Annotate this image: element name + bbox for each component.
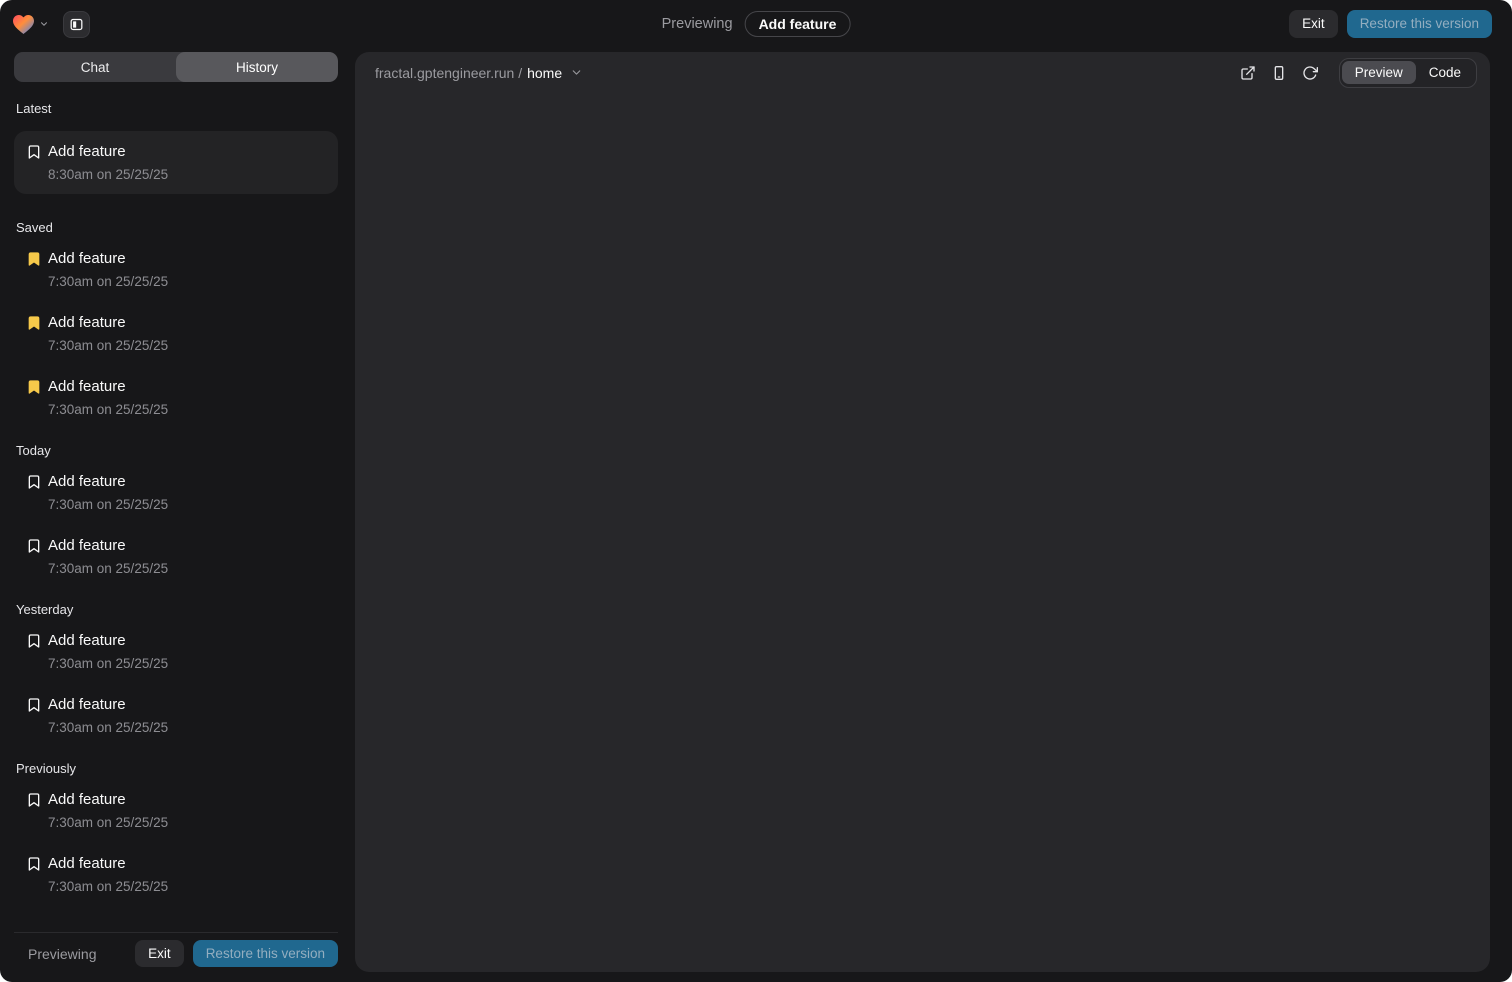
history-item-timestamp: 7:30am on 25/25/25 <box>48 720 168 735</box>
preview-actions: Preview Code <box>1236 58 1477 88</box>
refresh-icon <box>1302 65 1318 81</box>
section-title: Previously <box>16 761 336 776</box>
restore-version-button[interactable]: Restore this version <box>193 940 338 968</box>
bookmark-filled-icon <box>26 251 42 267</box>
history-list: Latest Add feature 8:30am on 25/25/25 Saved… <box>14 82 338 932</box>
history-item[interactable]: Add feature 7:30am on 25/25/25 <box>14 855 338 894</box>
history-item-title: Add feature <box>48 473 168 491</box>
chevron-down-icon <box>39 19 49 29</box>
logo-menu-button[interactable] <box>12 14 49 35</box>
url-page: home <box>527 65 562 81</box>
history-item[interactable]: Add feature 7:30am on 25/25/25 <box>14 473 338 512</box>
url-dropdown-button[interactable]: fractal.gptengineer.run / home <box>375 65 583 81</box>
section-title: Saved <box>16 220 336 235</box>
bookmark-icon <box>26 538 42 554</box>
previewing-status: Previewing Add feature <box>662 0 851 48</box>
preview-header: fractal.gptengineer.run / home <box>355 52 1490 93</box>
url-prefix: fractal.gptengineer.run / <box>375 65 522 81</box>
bookmark-filled-icon <box>26 315 42 331</box>
external-link-icon <box>1240 65 1256 81</box>
version-badge: Add feature <box>745 11 851 37</box>
bookmark-icon <box>26 633 42 649</box>
history-item-timestamp: 7:30am on 25/25/25 <box>48 656 168 671</box>
section-title: Latest <box>16 101 336 116</box>
tab-chat[interactable]: Chat <box>14 52 176 82</box>
exit-button[interactable]: Exit <box>1289 10 1338 38</box>
topbar-actions: Exit Restore this version <box>1289 10 1492 38</box>
history-item[interactable]: Add feature 8:30am on 25/25/25 <box>14 131 338 194</box>
history-item-title: Add feature <box>48 696 168 714</box>
bookmark-filled-icon <box>26 379 42 395</box>
topbar: Previewing Add feature Exit Restore this… <box>0 0 1512 48</box>
history-item[interactable]: Add feature 7:30am on 25/25/25 <box>14 378 338 417</box>
history-item-title: Add feature <box>48 791 168 809</box>
history-sidebar: Chat History Latest Add feature 8:30am on … <box>14 52 338 972</box>
history-item-timestamp: 7:30am on 25/25/25 <box>48 274 168 289</box>
history-item-title: Add feature <box>48 378 168 396</box>
history-item[interactable]: Add feature 7:30am on 25/25/25 <box>14 791 338 830</box>
smartphone-icon <box>1271 65 1287 81</box>
history-item-timestamp: 7:30am on 25/25/25 <box>48 879 168 894</box>
open-in-new-tab-button[interactable] <box>1236 61 1260 85</box>
chevron-down-icon <box>570 66 583 79</box>
history-item-title: Add feature <box>48 537 168 555</box>
exit-button[interactable]: Exit <box>135 940 184 968</box>
history-item-title: Add feature <box>48 632 168 650</box>
history-section: YesterdayAdd feature7:30am on 25/25/25Ad… <box>14 602 338 735</box>
section-title: Yesterday <box>16 602 336 617</box>
preview-content <box>355 93 1490 972</box>
mobile-view-button[interactable] <box>1267 61 1291 85</box>
bookmark-icon <box>26 474 42 490</box>
restore-version-button[interactable]: Restore this version <box>1347 10 1492 38</box>
history-section: SavedAdd feature7:30am on 25/25/25Add fe… <box>14 220 338 417</box>
bookmark-icon <box>26 792 42 808</box>
bookmark-icon <box>26 697 42 713</box>
history-section: PreviouslyAdd feature7:30am on 25/25/25A… <box>14 761 338 894</box>
tab-code[interactable]: Code <box>1416 61 1474 85</box>
bookmark-icon <box>26 144 42 160</box>
history-item[interactable]: Add feature 7:30am on 25/25/25 <box>14 696 338 735</box>
bookmark-icon <box>26 856 42 872</box>
history-item-title: Add feature <box>48 855 168 873</box>
history-item[interactable]: Add feature 7:30am on 25/25/25 <box>14 632 338 671</box>
previewing-label: Previewing <box>662 16 733 32</box>
history-item-title: Add feature <box>48 314 168 332</box>
history-item-timestamp: 8:30am on 25/25/25 <box>48 167 168 182</box>
content-area: Chat History Latest Add feature 8:30am on … <box>0 48 1512 982</box>
history-item-timestamp: 7:30am on 25/25/25 <box>48 338 168 353</box>
sidebar-tab-bar: Chat History <box>14 52 338 82</box>
previewing-label: Previewing <box>14 946 96 962</box>
history-item[interactable]: Add feature 7:30am on 25/25/25 <box>14 537 338 576</box>
history-item[interactable]: Add feature 7:30am on 25/25/25 <box>14 314 338 353</box>
history-item-timestamp: 7:30am on 25/25/25 <box>48 815 168 830</box>
history-item[interactable]: Add feature 7:30am on 25/25/25 <box>14 250 338 289</box>
refresh-button[interactable] <box>1298 61 1322 85</box>
sidebar-footer: Previewing Exit Restore this version <box>14 932 338 972</box>
preview-panel: fractal.gptengineer.run / home <box>355 52 1490 972</box>
history-item-timestamp: 7:30am on 25/25/25 <box>48 497 168 512</box>
app-window: Previewing Add feature Exit Restore this… <box>0 0 1512 982</box>
history-item-title: Add feature <box>48 250 168 268</box>
panel-left-icon <box>69 17 84 32</box>
history-item-timestamp: 7:30am on 25/25/25 <box>48 561 168 576</box>
history-section: TodayAdd feature7:30am on 25/25/25Add fe… <box>14 443 338 576</box>
tab-preview[interactable]: Preview <box>1342 61 1416 85</box>
section-title: Today <box>16 443 336 458</box>
lovable-heart-icon <box>12 14 35 35</box>
history-section: Latest Add feature 8:30am on 25/25/25 <box>14 101 338 194</box>
history-item-title: Add feature <box>48 143 168 161</box>
history-item-timestamp: 7:30am on 25/25/25 <box>48 402 168 417</box>
sidebar-toggle-button[interactable] <box>63 11 90 38</box>
tab-history[interactable]: History <box>176 52 338 82</box>
view-mode-toggle: Preview Code <box>1339 58 1477 88</box>
